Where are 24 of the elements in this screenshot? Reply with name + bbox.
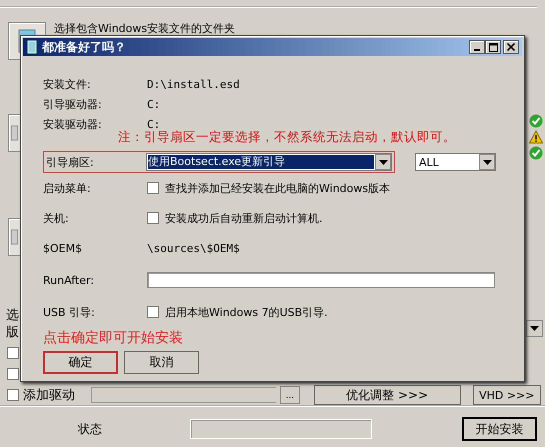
field-label: 关机: [43, 210, 70, 226]
checkbox-label: 启用本地Windows 7的USB引导. [165, 304, 328, 320]
window-title: 都准备好了吗？ [42, 38, 127, 56]
field-value: C: [147, 118, 160, 130]
field-label: USB 引导: [43, 304, 96, 320]
field-label: 引导驱动器: [43, 96, 103, 112]
field-label: 安装驱动器: [43, 116, 103, 132]
checkbox-label: 添加驱动 [23, 387, 76, 404]
status-label: 状态 [78, 420, 103, 438]
field-label: RunAfter: [43, 274, 96, 286]
field-label: $OEM$ [43, 242, 84, 254]
edition-label: 版 [6, 324, 19, 341]
field-label: 启动菜单: [43, 180, 92, 196]
group-label: 选 [6, 307, 19, 324]
hint-text: 点击确定即可开始安装 [43, 329, 184, 348]
field-value: \sources\$OEM$ [147, 242, 240, 254]
checkbox-label: 安装成功后自动重新启动计算机. [165, 210, 322, 226]
field-value: C: [147, 98, 160, 110]
field-label: 安装文件: [43, 76, 92, 92]
field-label: 引导扇区: [45, 154, 95, 170]
checkbox-label: 查找并添加已经安装在此电脑的Windows版本 [165, 180, 390, 196]
source-label: 选择包含Windows安装文件的文件夹 [54, 22, 236, 35]
note-text: 注：引导扇区一定要选择，不然系统无法启动，默认即可。 [118, 129, 457, 146]
field-value: D:\install.esd [147, 78, 240, 90]
